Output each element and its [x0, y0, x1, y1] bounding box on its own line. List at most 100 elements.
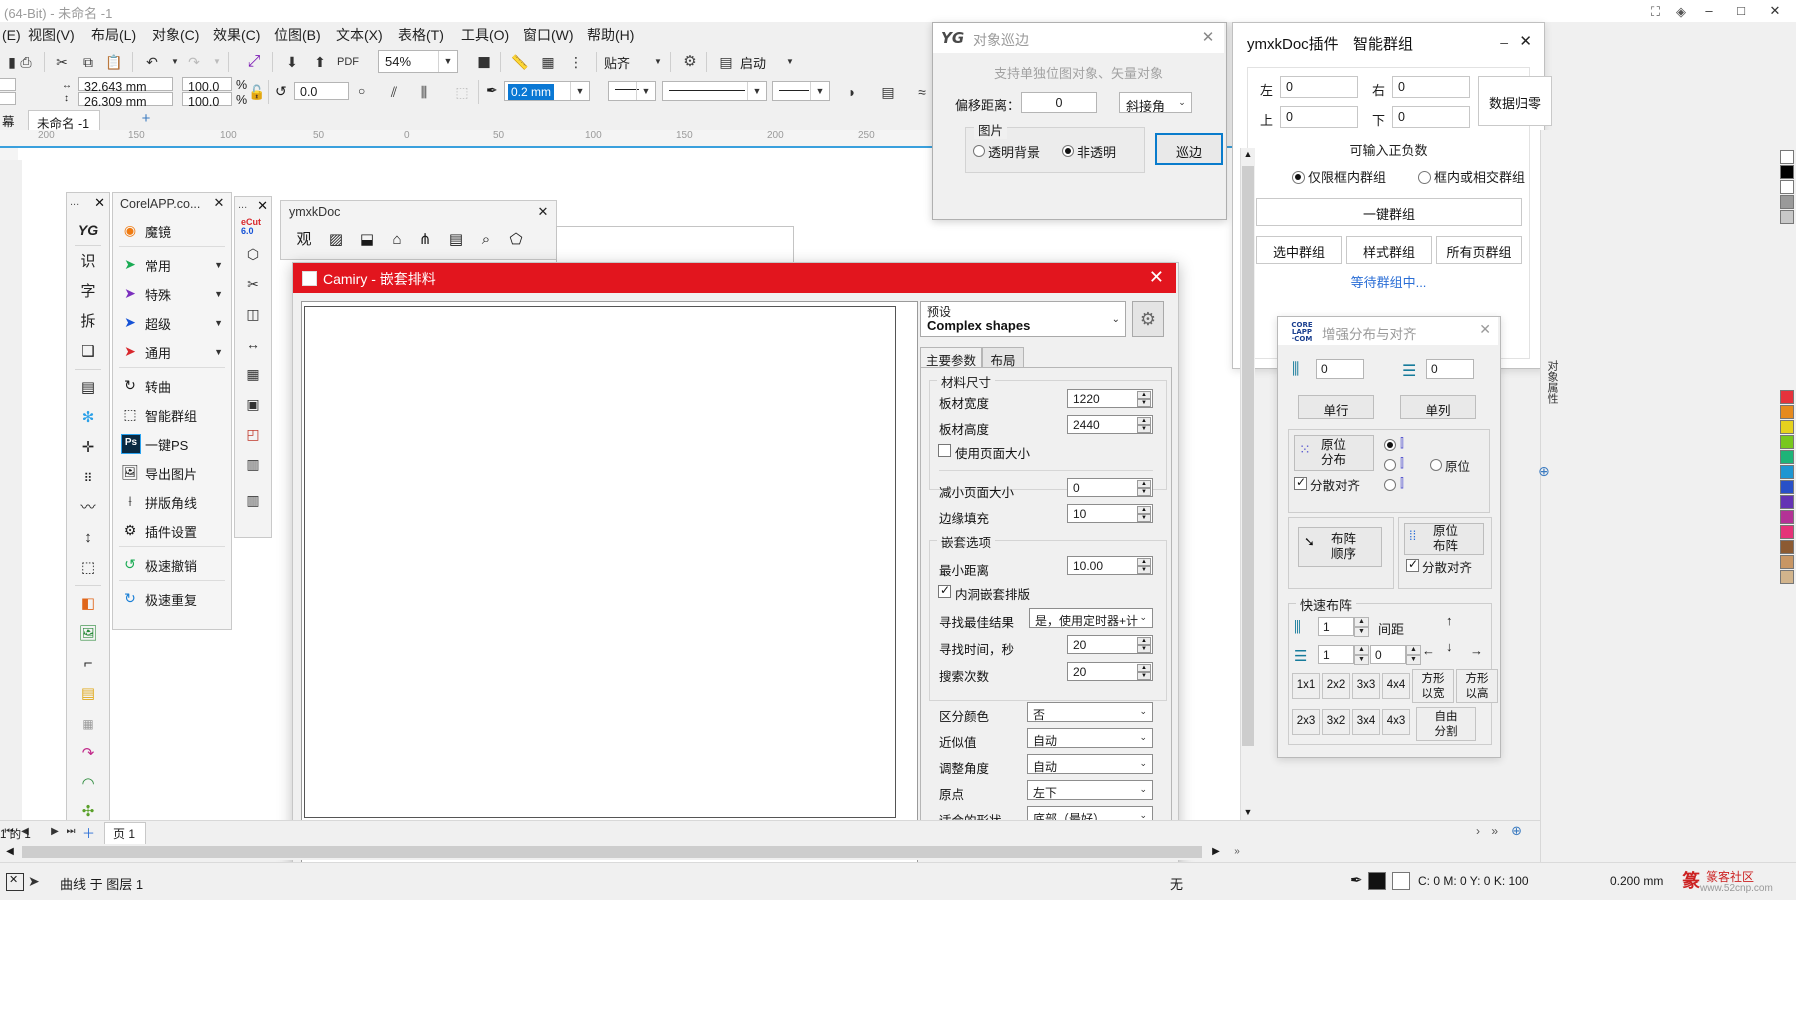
mirror-horizontal-icon[interactable]: ⫽ [382, 80, 406, 104]
account-icon[interactable]: ◈ [1676, 4, 1686, 20]
corelapp-item-convert-curve[interactable]: ↻ 转曲 [113, 370, 231, 400]
scale-x-field[interactable]: 100.0 [182, 77, 232, 94]
share-icon[interactable]: ⛶ [1651, 4, 1660, 20]
margin-bottom-input[interactable]: 0 [1392, 106, 1470, 128]
chevron-down-icon[interactable]: ⌄ [1139, 706, 1147, 717]
chevron-down-icon[interactable]: ⌄ [1139, 612, 1147, 623]
scroll-right-icon[interactable]: ▶ [1208, 844, 1224, 860]
chevron-down-icon[interactable]: ▼ [636, 82, 655, 100]
color-palette[interactable] [1778, 150, 1796, 890]
palette-swatch[interactable] [1780, 435, 1794, 449]
palette-swatch[interactable] [1780, 390, 1794, 404]
doc-icon[interactable]: ▤ [441, 227, 471, 253]
preset-2x2-button[interactable]: 2x2 [1322, 673, 1350, 699]
palette-swatch[interactable] [1780, 510, 1794, 524]
preset-2x3-button[interactable]: 2x3 [1292, 709, 1320, 735]
selection-tool-icon[interactable]: ✕ [6, 873, 24, 891]
search-count-input[interactable]: 20 ▲ ▼ [1067, 662, 1153, 681]
trace-button[interactable]: 巡边 [1155, 133, 1223, 165]
snap-dropdown-icon[interactable]: ▼ [646, 50, 670, 74]
palette-swatch[interactable] [1780, 480, 1794, 494]
origin-select[interactable]: 左下 ⌄ [1027, 780, 1153, 800]
menu-item-text[interactable]: 文本(X) [336, 25, 383, 45]
close-icon[interactable]: ✕ [1479, 321, 1491, 338]
palette-swatch[interactable] [1780, 165, 1794, 179]
measure-icon[interactable]: ⌐ [67, 649, 109, 679]
preset-3x4-button[interactable]: 3x4 [1352, 709, 1380, 735]
close-icon[interactable]: ✕ [257, 198, 268, 214]
stepper-down-icon[interactable]: ▼ [1137, 488, 1151, 496]
ruler-toggle-icon[interactable]: 📏 [508, 50, 532, 74]
arrow-right-icon[interactable]: → [1470, 643, 1483, 658]
leaf-icon[interactable]: ◠ [67, 769, 109, 799]
group-selected-button[interactable]: 选中群组 [1256, 236, 1342, 264]
preset-3x3-button[interactable]: 3x3 [1352, 673, 1380, 699]
array-cols-up-icon[interactable]: ▲ [1354, 645, 1369, 655]
resize-icon[interactable]: ↕ [67, 523, 109, 553]
next-page-icon[interactable]: ▶ [48, 825, 62, 840]
snap-label[interactable]: 贴齐 [604, 53, 630, 72]
vertical-scrollbar[interactable]: ▲ ▼ [1240, 148, 1255, 820]
import-export-icon[interactable]: ⤢ [242, 50, 266, 74]
copy-icon[interactable]: ⧉ [76, 50, 100, 74]
columns-icon[interactable]: ▥ [235, 449, 271, 479]
menu-item-view[interactable]: 视图(V) [28, 25, 75, 45]
chevron-down-icon[interactable]: ▼ [214, 260, 223, 270]
stepper-down-icon[interactable]: ▼ [1137, 514, 1151, 522]
shape-icon[interactable]: ◫ [235, 299, 271, 329]
offset-distance-input[interactable]: 0 [1021, 92, 1097, 113]
cut-icon[interactable]: ✂ [235, 269, 271, 299]
list-icon[interactable]: ▥ [235, 485, 271, 515]
paste-icon[interactable]: 📋 [102, 50, 126, 74]
smart-group-icon[interactable]: ✻ [67, 403, 109, 433]
distribute-horizontal-icon[interactable]: ⫼ [1292, 361, 1299, 379]
grid-toggle-icon[interactable]: ▦ [536, 50, 560, 74]
board-width-input[interactable]: 1220 ▲ ▼ [1067, 389, 1153, 408]
line-start-combo[interactable]: ▼ [608, 81, 656, 101]
distribute-vertical-icon[interactable]: ☰ [1402, 361, 1416, 381]
zoom-level-combo[interactable]: 54% ▼ [378, 50, 458, 73]
print-icon[interactable]: ⎙ [14, 50, 38, 74]
undo-icon[interactable]: ↶ [140, 50, 164, 74]
fullscreen-icon[interactable]: ◼ [472, 50, 496, 74]
radio-transparent-background[interactable] [973, 145, 985, 157]
table-icon[interactable]: ▤ [67, 373, 109, 403]
zoom-fit-icon[interactable]: ⊕ [1511, 823, 1522, 839]
inplace-array-button[interactable]: ⁞⁞ 原位 布阵 [1404, 523, 1484, 555]
outline-color-swatch[interactable] [1368, 872, 1386, 890]
split-icon[interactable]: 拆 [67, 307, 109, 337]
close-button[interactable]: ✕ [1760, 0, 1790, 22]
image-icon[interactable]: ▨ [321, 227, 351, 253]
radio-dist-mode-1[interactable] [1384, 439, 1396, 451]
image-frame-icon[interactable]: 🖼 [67, 619, 109, 649]
menu-item-help[interactable]: 帮助(H) [587, 25, 634, 45]
chevron-down-icon[interactable]: ▼ [214, 318, 223, 328]
page-scroll-right-icon[interactable]: › [1476, 824, 1480, 838]
maximize-button[interactable]: □ [1726, 0, 1756, 22]
single-column-button[interactable]: 单列 [1400, 395, 1476, 419]
palette-swatch[interactable] [1780, 555, 1794, 569]
scatter-align-checkbox-2[interactable] [1406, 557, 1419, 572]
corelapp-item-general[interactable]: ➤ 通用 ▼ [113, 336, 231, 366]
yg-logo-icon[interactable]: YG [67, 215, 109, 245]
stepper-down-icon[interactable]: ▼ [1137, 645, 1151, 653]
page-tab-1[interactable]: 页 1 [104, 822, 147, 846]
preset-combo[interactable]: 预设 Complex shapes ⌄ [920, 301, 1126, 337]
grid-icon[interactable]: ▦ [67, 709, 109, 739]
recognize-text-icon[interactable]: 识 [67, 247, 109, 277]
palette-swatch[interactable] [1780, 420, 1794, 434]
horizontal-scrollbar[interactable]: ◀ ▶ » [0, 844, 1540, 860]
char-icon[interactable]: 字 [67, 277, 109, 307]
stepper-up-icon[interactable]: ▲ [1137, 391, 1151, 399]
corelapp-item-smart-group[interactable]: ⬚ 智能群组 [113, 399, 231, 429]
wave-icon[interactable]: ≈ [910, 80, 934, 104]
launch-dropdown-icon[interactable]: ▼ [778, 50, 802, 74]
stepper-down-icon[interactable]: ▼ [1137, 425, 1151, 433]
reduce-page-size-input[interactable]: 0 ▲ ▼ [1067, 478, 1153, 497]
best-result-select[interactable]: 是，使用定时器+计 ⌄ [1029, 608, 1153, 628]
add-node-icon[interactable]: ✛ [67, 433, 109, 463]
radio-dist-mode-2[interactable] [1384, 459, 1396, 471]
corelapp-item-common[interactable]: ➤ 常用 ▼ [113, 249, 231, 279]
scatter-align-checkbox-1[interactable] [1294, 475, 1307, 490]
launch-label[interactable]: 启动 [740, 53, 766, 72]
